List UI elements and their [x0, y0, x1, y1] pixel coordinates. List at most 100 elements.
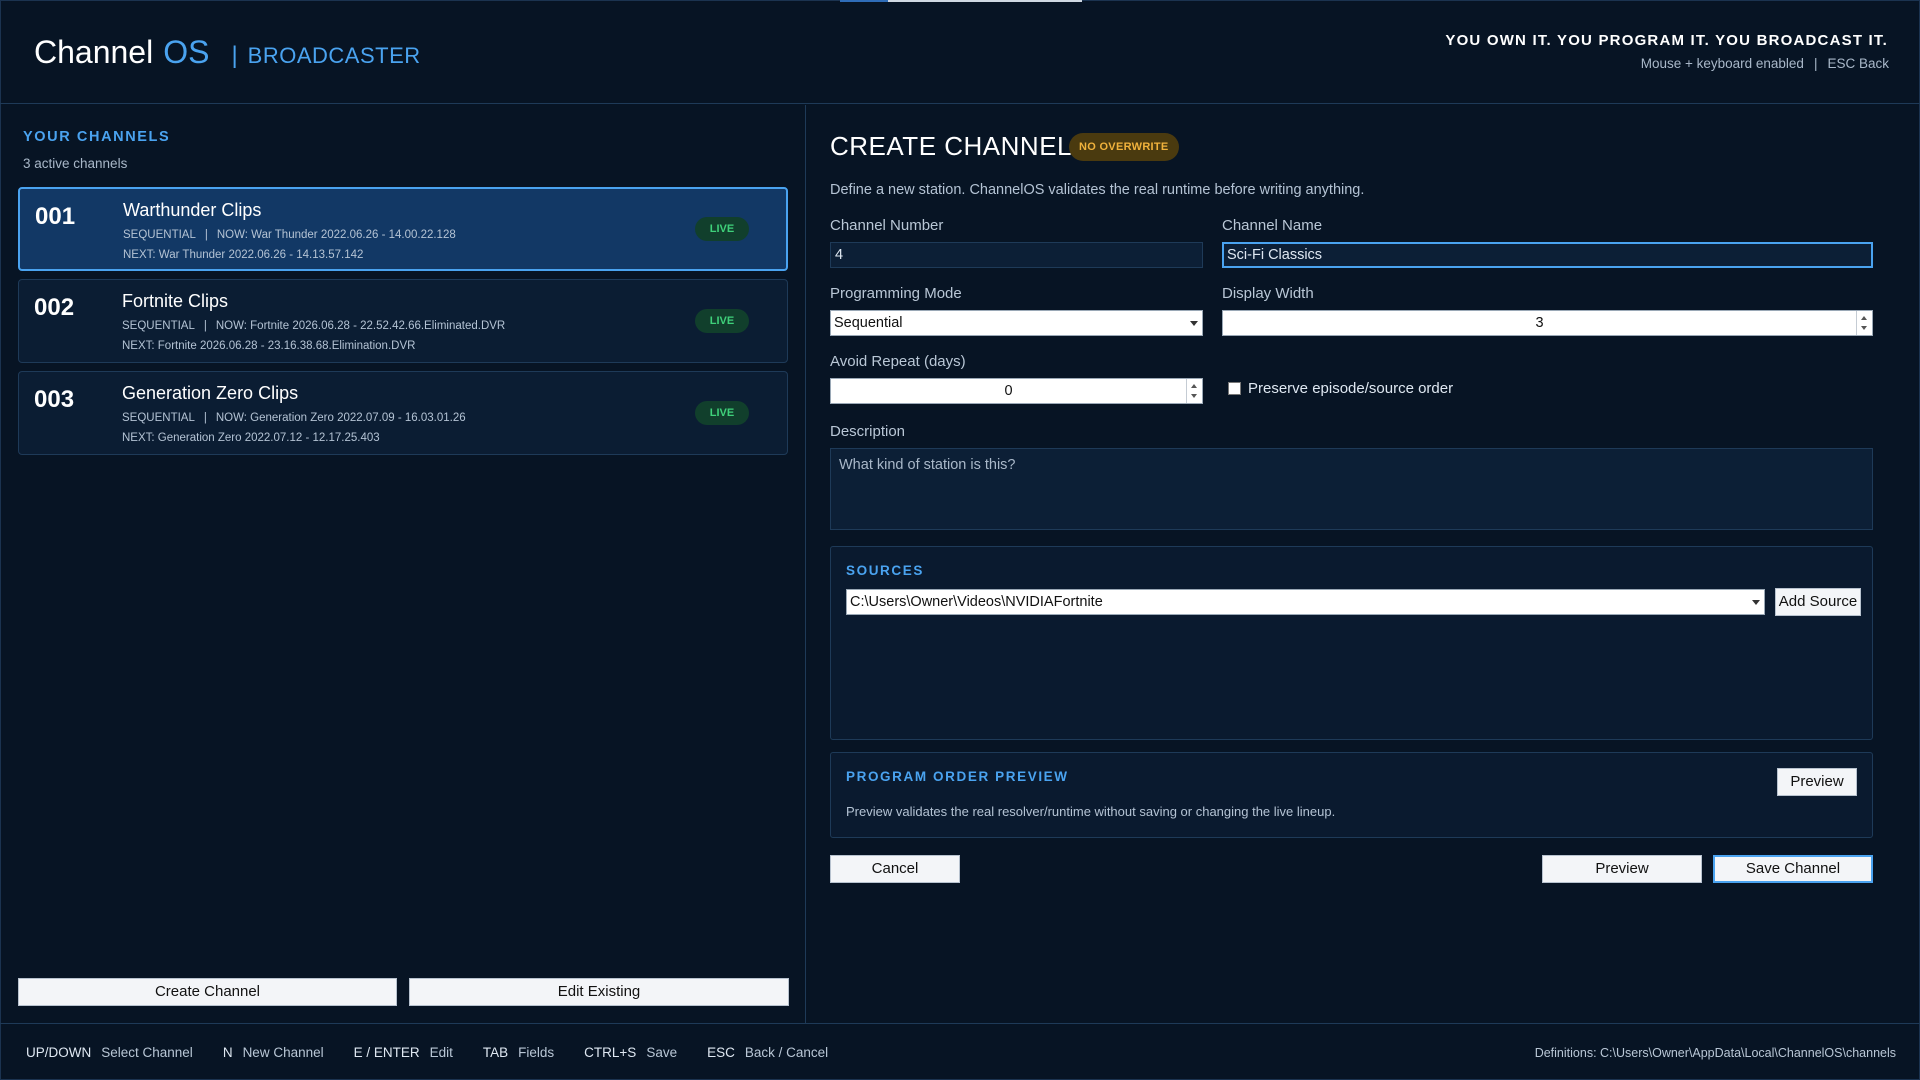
shortcut-key: TAB [482, 1045, 509, 1060]
channel-next: NEXT: Fortnite 2026.06.28 - 23.16.38.68.… [122, 340, 416, 352]
channel-separator: | [203, 412, 207, 424]
channel-now: NOW: Fortnite 2026.06.28 - 22.52.42.66.E… [215, 320, 506, 332]
channel-card-002[interactable]: 002 Fortnite Clips SEQUENTIAL | NOW: Fortn… [18, 279, 788, 363]
cancel-button[interactable]: Cancel [830, 855, 960, 883]
add-source-button[interactable]: Add Source [1775, 588, 1861, 616]
shortcut-action: Save [646, 1045, 678, 1060]
preview-button[interactable]: Preview [1542, 855, 1702, 883]
programming-mode-label: Programming Mode [830, 285, 962, 302]
shortcut-key: N [222, 1045, 233, 1060]
source-path-value: C:\Users\Owner\Videos\NVIDIAFortnite [850, 594, 1103, 610]
shortcut-select-channel: UP/DOWN Select Channel [26, 1045, 193, 1060]
channel-mode: SEQUENTIAL [122, 320, 195, 332]
channel-now: NOW: War Thunder 2022.06.26 - 14.00.22.1… [216, 229, 456, 241]
tagline: YOU OWN IT. YOU PROGRAM IT. YOU BROADCAS… [1445, 32, 1888, 49]
description-label: Description [830, 423, 906, 440]
brand-name: Channel [34, 34, 154, 70]
channel-now-playing: SEQUENTIAL | NOW: War Thunder 2022.06.26 -… [123, 229, 456, 241]
brand-subtitle: BROADCASTER [247, 43, 421, 68]
shortcut-save: CTRL+S Save [584, 1045, 677, 1060]
channel-mode: SEQUENTIAL [122, 412, 195, 424]
channel-number: 001 [35, 203, 76, 230]
shortcut-action: Fields [518, 1045, 555, 1060]
hint-separator: | [1813, 56, 1818, 71]
avoid-repeat-spinner[interactable]: 0 [830, 378, 1203, 404]
channel-number-label: Channel Number [830, 217, 944, 234]
brand-separator: | [231, 42, 238, 69]
brand-os: OS [163, 34, 210, 70]
channel-now: NOW: Generation Zero 2022.07.09 - 16.03.… [215, 412, 466, 424]
display-width-spinner[interactable]: 3 [1222, 310, 1873, 336]
shortcut-key: UP/DOWN [26, 1045, 92, 1060]
chevron-down-icon [1752, 600, 1760, 605]
edit-existing-button[interactable]: Edit Existing [409, 978, 789, 1006]
channel-card-001[interactable]: 001 Warthunder Clips SEQUENTIAL | NOW: War… [18, 187, 788, 271]
channel-now-playing: SEQUENTIAL | NOW: Generation Zero 2022.07.… [122, 412, 466, 424]
description-textarea[interactable]: What kind of station is this? [830, 448, 1873, 530]
brand-logo: Channel OS | BROADCASTER [34, 34, 421, 71]
program-order-preview-section: PROGRAM ORDER PREVIEW Preview Preview va… [830, 752, 1873, 838]
preserve-order-checkbox[interactable] [1228, 382, 1241, 395]
programming-mode-value: Sequential [834, 315, 903, 331]
channel-next: NEXT: Generation Zero 2022.07.12 - 12.17… [122, 432, 380, 444]
shortcut-key: E / ENTER [353, 1045, 420, 1060]
channel-title: Warthunder Clips [123, 200, 262, 220]
avoid-repeat-label: Avoid Repeat (days) [830, 353, 966, 370]
channel-number-field[interactable]: 4 [830, 242, 1203, 268]
definitions-path: Definitions: C:\Users\Owner\AppData\Loca… [1534, 1046, 1896, 1060]
channel-name-label: Channel Name [1222, 217, 1323, 234]
display-width-value: 3 [1535, 315, 1544, 331]
preview-heading: PROGRAM ORDER PREVIEW [846, 769, 1069, 784]
display-width-label: Display Width [1222, 285, 1314, 302]
shortcut-action: Edit [429, 1045, 453, 1060]
shortcut-action: Select Channel [101, 1045, 193, 1060]
no-overwrite-badge: NO OVERWRITE [1069, 133, 1179, 161]
shortcut-back: ESC Back / Cancel [707, 1045, 828, 1060]
form-description: Define a new station. ChannelOS validate… [830, 182, 1365, 198]
create-channel-button[interactable]: Create Channel [18, 978, 397, 1006]
spinner-arrows-icon[interactable] [1856, 311, 1872, 335]
input-hints: Mouse + keyboard enabled | ESC Back [1641, 56, 1889, 71]
spinner-arrows-icon[interactable] [1186, 379, 1202, 403]
save-channel-button[interactable]: Save Channel [1713, 855, 1873, 883]
channel-title: Fortnite Clips [122, 291, 229, 311]
preview-section-button[interactable]: Preview [1777, 768, 1857, 796]
channel-name-field[interactable]: Sci-Fi Classics [1222, 242, 1873, 268]
shortcut-edit: E / ENTER Edit [354, 1045, 453, 1060]
app-header: Channel OS | BROADCASTER YOU OWN IT. YOU… [0, 0, 1920, 104]
channels-count: 3 active channels [23, 156, 128, 171]
programming-mode-select[interactable]: Sequential [830, 310, 1203, 336]
shortcut-key: CTRL+S [584, 1045, 637, 1060]
channels-heading: YOUR CHANNELS [23, 129, 171, 145]
avoid-repeat-value: 0 [1004, 383, 1013, 399]
live-badge: LIVE [695, 309, 749, 333]
shortcut-new-channel: N New Channel [223, 1045, 324, 1060]
source-path-select[interactable]: C:\Users\Owner\Videos\NVIDIAFortnite [846, 589, 1765, 615]
create-channel-form: CREATE CHANNEL NO OVERWRITE Define a new… [807, 105, 1920, 1023]
channel-now-playing: SEQUENTIAL | NOW: Fortnite 2026.06.28 - 22… [122, 320, 505, 332]
preview-note: Preview validates the real resolver/runt… [846, 804, 1336, 819]
channel-separator: | [204, 229, 208, 241]
channel-next: NEXT: War Thunder 2022.06.26 - 14.13.57.… [123, 249, 364, 261]
sources-heading: SOURCES [846, 563, 924, 578]
channel-separator: | [203, 320, 207, 332]
live-badge: LIVE [695, 401, 749, 425]
shortcut-key: ESC [707, 1045, 735, 1060]
channel-title: Generation Zero Clips [122, 383, 299, 403]
chevron-down-icon [1190, 321, 1198, 326]
channel-number: 003 [34, 386, 75, 413]
channel-card-003[interactable]: 003 Generation Zero Clips SEQUENTIAL | NOW… [18, 371, 788, 455]
footer-bar: UP/DOWN Select Channel N New Channel E / E… [0, 1023, 1920, 1080]
keyboard-shortcuts: UP/DOWN Select Channel N New Channel E / E… [26, 1045, 858, 1060]
channel-mode: SEQUENTIAL [123, 229, 196, 241]
shortcut-action: Back / Cancel [744, 1045, 829, 1060]
preserve-order-label: Preserve episode/source order [1248, 380, 1454, 397]
sources-section: SOURCES C:\Users\Owner\Videos\NVIDIAFort… [830, 546, 1873, 740]
live-badge: LIVE [695, 217, 749, 241]
shortcut-action: New Channel [242, 1045, 324, 1060]
form-title: CREATE CHANNEL [830, 131, 1073, 161]
hint-back: ESC Back [1827, 56, 1889, 71]
channels-panel: YOUR CHANNELS 3 active channels 001 Wart… [0, 105, 806, 1023]
hint-input: Mouse + keyboard enabled [1640, 56, 1804, 71]
channel-number: 002 [34, 294, 75, 321]
